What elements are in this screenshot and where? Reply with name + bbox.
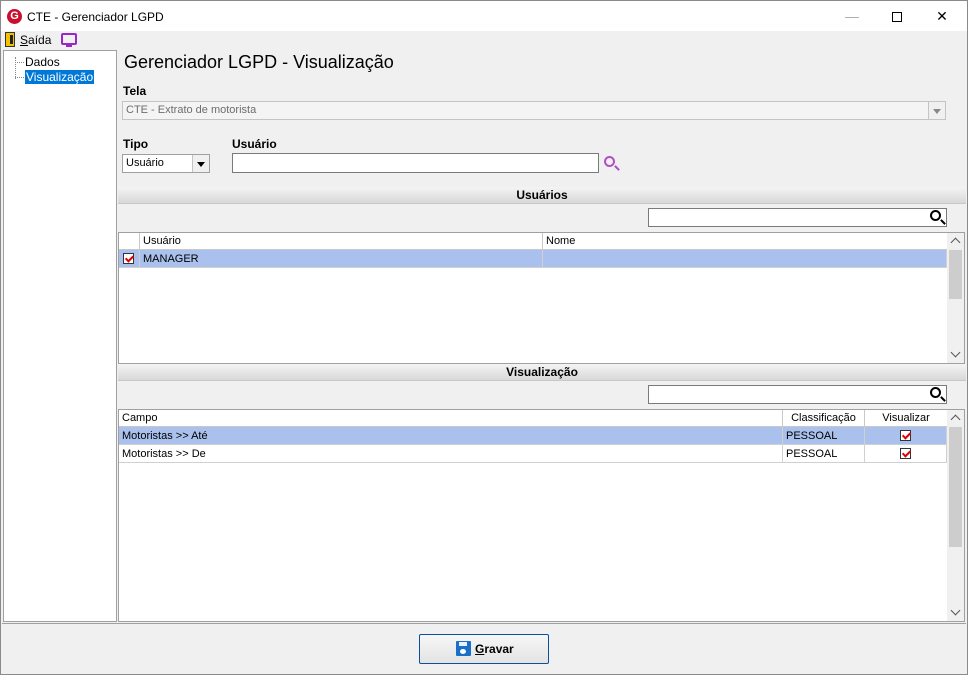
door-exit-icon[interactable] (5, 32, 15, 47)
cell-usuario: MANAGER (140, 250, 543, 268)
tipo-select[interactable]: Usuário (122, 154, 210, 173)
vertical-scrollbar[interactable] (947, 410, 964, 621)
chevron-down-icon[interactable] (192, 155, 209, 172)
tree-item-dados[interactable]: Dados (15, 55, 60, 70)
table-row[interactable]: Motoristas >> Até PESSOAL (119, 427, 947, 445)
tela-select-value: CTE - Extrato de motorista (126, 104, 257, 116)
scroll-up-icon[interactable] (947, 410, 964, 427)
tipo-label: Tipo (123, 137, 149, 151)
save-button[interactable]: Gravar (419, 634, 549, 664)
usuario-input[interactable] (232, 153, 599, 173)
chevron-down-icon[interactable] (928, 102, 945, 119)
maximize-button[interactable] (874, 1, 920, 31)
app-window: G CTE - Gerenciador LGPD — ✕ Saída Dados… (0, 0, 968, 675)
cell-campo: Motoristas >> De (119, 445, 783, 463)
menu-exit-mnemonic: S (20, 33, 29, 47)
row-checkbox[interactable] (123, 253, 134, 264)
save-button-mnemonic: G (475, 642, 485, 656)
scroll-thumb[interactable] (949, 427, 962, 547)
search-icon[interactable] (604, 156, 615, 167)
usuarios-search-input[interactable] (648, 208, 947, 227)
menu-exit[interactable]: Saída (20, 33, 51, 47)
tela-label: Tela (123, 84, 147, 98)
cell-campo: Motoristas >> Até (119, 427, 783, 445)
floppy-disk-icon (456, 641, 471, 656)
row-checkbox-cell (119, 250, 140, 268)
menu-exit-label: aída (28, 33, 52, 47)
scroll-thumb[interactable] (949, 250, 962, 299)
visualizacao-section-header: Visualização (118, 364, 966, 381)
visualizar-checkbox[interactable] (900, 430, 911, 441)
column-header-check (119, 233, 140, 250)
navigation-tree: Dados Visualização (3, 50, 117, 622)
column-header-nome[interactable]: Nome (543, 233, 947, 250)
cell-classificacao: PESSOAL (783, 445, 865, 463)
maximize-icon (892, 12, 902, 23)
monitor-icon[interactable] (61, 33, 77, 47)
table-row[interactable]: Motoristas >> De PESSOAL (119, 445, 947, 463)
scroll-up-icon[interactable] (947, 233, 964, 250)
menu-bar: Saída (1, 31, 967, 49)
scroll-down-icon[interactable] (947, 604, 964, 621)
usuarios-section-header: Usuários (118, 187, 966, 204)
window-title: CTE - Gerenciador LGPD (27, 10, 164, 24)
column-header-usuario[interactable]: Usuário (140, 233, 543, 250)
tree-item-label: Visualização (25, 70, 95, 84)
scroll-down-icon[interactable] (947, 346, 964, 363)
usuario-label: Usuário (232, 137, 277, 151)
vertical-scrollbar[interactable] (947, 233, 964, 363)
tree-item-label: Dados (25, 55, 60, 69)
minimize-button[interactable]: — (829, 1, 875, 31)
save-button-text: ravar (484, 642, 514, 656)
cell-classificacao: PESSOAL (783, 427, 865, 445)
table-header: Usuário Nome (119, 233, 947, 250)
save-button-label: Gravar (475, 642, 514, 656)
tipo-select-value: Usuário (126, 157, 164, 169)
table-header: Campo Classificação Visualizar (119, 410, 947, 427)
app-logo-icon: G (7, 9, 22, 24)
visualizacao-table: Campo Classificação Visualizar Motorista… (118, 409, 965, 622)
visualizacao-search-input[interactable] (648, 385, 947, 404)
title-bar: G CTE - Gerenciador LGPD — ✕ (1, 1, 967, 31)
close-button[interactable]: ✕ (919, 1, 965, 31)
visualizar-checkbox[interactable] (900, 448, 911, 459)
tree-item-visualizacao[interactable]: Visualização (15, 70, 95, 85)
column-header-visualizar[interactable]: Visualizar (865, 410, 947, 427)
cell-visualizar (865, 445, 947, 463)
tela-select[interactable]: CTE - Extrato de motorista (122, 101, 946, 120)
cell-visualizar (865, 427, 947, 445)
column-header-classificacao[interactable]: Classificação (783, 410, 865, 427)
column-header-campo[interactable]: Campo (119, 410, 783, 427)
table-row[interactable]: MANAGER (119, 250, 947, 268)
cell-nome (543, 250, 947, 268)
search-icon[interactable] (930, 387, 941, 398)
search-icon[interactable] (930, 210, 941, 221)
page-title: Gerenciador LGPD - Visualização (124, 52, 394, 72)
usuarios-table: Usuário Nome MANAGER (118, 232, 965, 364)
footer-divider (2, 623, 966, 624)
